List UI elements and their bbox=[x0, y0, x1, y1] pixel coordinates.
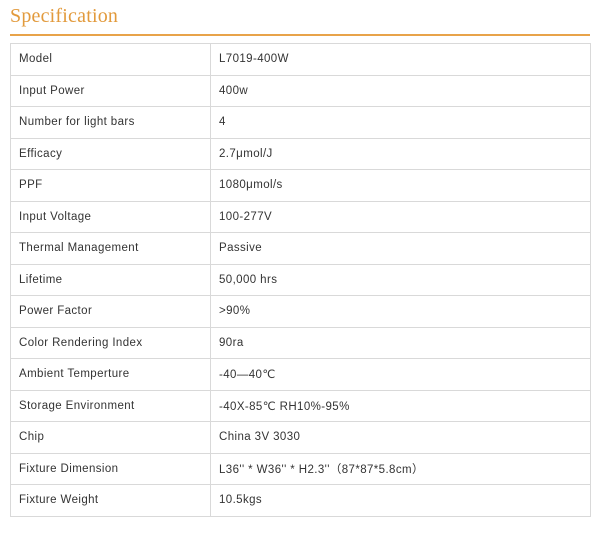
spec-label: Model bbox=[10, 43, 211, 76]
spec-value: L36'' * W36'' * H2.3''（87*87*5.8cm） bbox=[210, 452, 591, 485]
table-row: Color Rendering Index 90ra bbox=[10, 326, 591, 359]
table-row: Storage Environment -40X-85℃ RH10%-95% bbox=[10, 389, 591, 422]
specification-table: Model L7019-400W Input Power 400w Number… bbox=[10, 43, 591, 517]
table-row: PPF 1080μmol/s bbox=[10, 169, 591, 202]
table-row: Fixture Dimension L36'' * W36'' * H2.3''… bbox=[10, 452, 591, 485]
spec-value: 50,000 hrs bbox=[210, 263, 591, 296]
spec-label: Number for light bars bbox=[10, 106, 211, 139]
section-header: Specification bbox=[10, 0, 590, 36]
table-row: Chip China 3V 3030 bbox=[10, 421, 591, 454]
section-title: Specification bbox=[10, 5, 119, 27]
spec-value: L7019-400W bbox=[210, 43, 591, 76]
spec-value: Passive bbox=[210, 232, 591, 265]
spec-value: 2.7μmol/J bbox=[210, 137, 591, 170]
spec-value: China 3V 3030 bbox=[210, 421, 591, 454]
spec-label: Thermal Management bbox=[10, 232, 211, 265]
spec-label: Fixture Weight bbox=[10, 484, 211, 517]
spec-value: -40X-85℃ RH10%-95% bbox=[210, 389, 591, 422]
table-row: Input Power 400w bbox=[10, 74, 591, 107]
spec-value: 10.5kgs bbox=[210, 484, 591, 517]
spec-value: >90% bbox=[210, 295, 591, 328]
table-row: Fixture Weight 10.5kgs bbox=[10, 484, 591, 517]
table-row: Ambient Temperture -40—40℃ bbox=[10, 358, 591, 391]
spec-label: Storage Environment bbox=[10, 389, 211, 422]
spec-label: Color Rendering Index bbox=[10, 326, 211, 359]
spec-label: Fixture Dimension bbox=[10, 452, 211, 485]
table-row: Efficacy 2.7μmol/J bbox=[10, 137, 591, 170]
table-row: Input Voltage 100-277V bbox=[10, 200, 591, 233]
spec-value: 1080μmol/s bbox=[210, 169, 591, 202]
spec-label: Power Factor bbox=[10, 295, 211, 328]
spec-label: Lifetime bbox=[10, 263, 211, 296]
table-row: Power Factor >90% bbox=[10, 295, 591, 328]
spec-value: 400w bbox=[210, 74, 591, 107]
spec-value: 90ra bbox=[210, 326, 591, 359]
spec-value: -40—40℃ bbox=[210, 358, 591, 391]
spec-value: 4 bbox=[210, 106, 591, 139]
table-row: Number for light bars 4 bbox=[10, 106, 591, 139]
spec-label: Input Power bbox=[10, 74, 211, 107]
table-row: Thermal Management Passive bbox=[10, 232, 591, 265]
spec-label: Efficacy bbox=[10, 137, 211, 170]
spec-label: PPF bbox=[10, 169, 211, 202]
table-row: Lifetime 50,000 hrs bbox=[10, 263, 591, 296]
table-row: Model L7019-400W bbox=[10, 43, 591, 76]
spec-value: 100-277V bbox=[210, 200, 591, 233]
spec-label: Ambient Temperture bbox=[10, 358, 211, 391]
spec-label: Chip bbox=[10, 421, 211, 454]
spec-label: Input Voltage bbox=[10, 200, 211, 233]
